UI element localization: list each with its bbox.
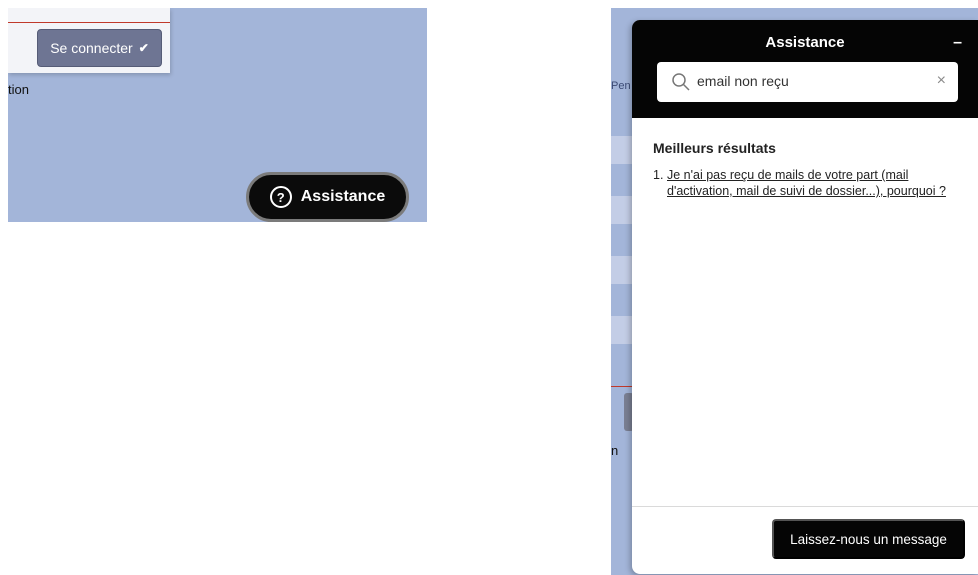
clear-search-icon[interactable]: × xyxy=(937,72,946,90)
assistance-launcher-label: Assistance xyxy=(300,188,386,205)
widget-title: Assistance xyxy=(765,34,845,51)
login-button-label: Se connecter xyxy=(50,40,133,56)
left-page-view: Se connecter ✔ tion ? Assistance xyxy=(8,8,427,222)
result-number: 1. xyxy=(653,168,664,182)
login-card: Se connecter ✔ xyxy=(8,8,170,73)
results-heading: Meilleurs résultats xyxy=(653,140,776,156)
assistance-widget: Assistance – × Meilleurs résultats 1. Je… xyxy=(632,20,978,574)
question-circle-icon: ? xyxy=(269,186,292,208)
minimize-icon[interactable]: – xyxy=(953,34,962,52)
cut-off-text: tion xyxy=(8,82,29,97)
login-button[interactable]: Se connecter ✔ xyxy=(37,29,162,67)
footer-divider xyxy=(632,506,978,507)
search-input[interactable] xyxy=(697,73,917,89)
search-icon xyxy=(672,73,690,91)
widget-header: Assistance – × xyxy=(632,20,978,118)
background-cut-text: Pen xyxy=(611,80,631,92)
leave-message-button[interactable]: Laissez-nous un message xyxy=(772,519,965,559)
assistance-launcher-button[interactable]: ? Assistance xyxy=(246,172,409,222)
list-item: 1. Je n'ai pas reçu de mails de votre pa… xyxy=(653,167,953,199)
result-link[interactable]: Je n'ai pas reçu de mails de votre part … xyxy=(667,167,953,199)
background-cut-text: n xyxy=(611,443,619,458)
screenshot-root: Se connecter ✔ tion ? Assistance Pen n A… xyxy=(0,0,978,575)
search-box: × xyxy=(657,62,958,102)
red-divider xyxy=(8,22,170,23)
checkmark-icon: ✔ xyxy=(138,41,149,55)
